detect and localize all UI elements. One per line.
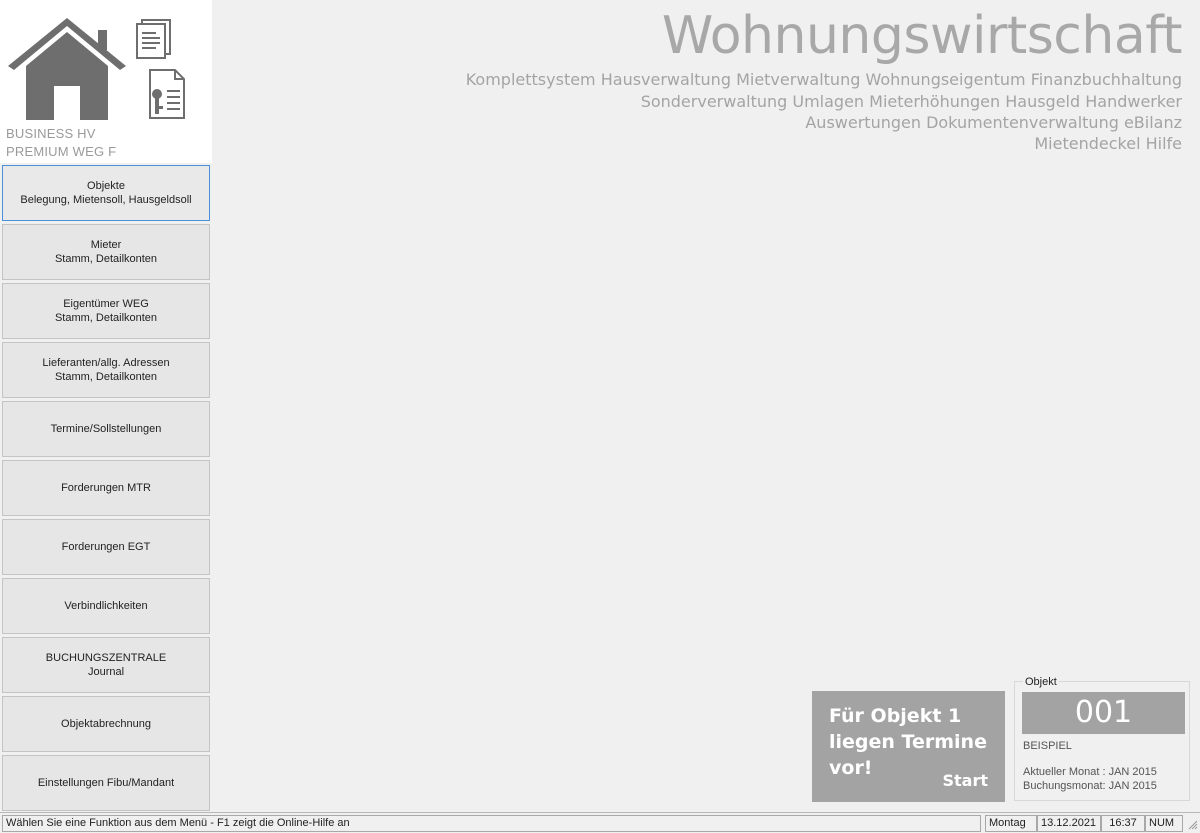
menu-objekte-title: Objekte — [87, 180, 125, 192]
menu-eigentuemer-subtitle: Stamm, Detailkonten — [54, 312, 158, 324]
termine-start-label: Start — [942, 771, 988, 790]
termine-notice-button[interactable]: Für Objekt 1 liegen Termine vor! Start — [812, 691, 1005, 802]
feature-line: Komplettsystem Hausverwaltung Mietverwal… — [465, 70, 1182, 89]
status-bar: Wählen Sie eine Funktion aus dem Menü - … — [0, 812, 1200, 833]
booking-month: Buchungsmonat: JAN 2015 — [1023, 780, 1157, 792]
menu-einstellungen-title: Einstellungen Fibu/Mandant — [37, 777, 175, 789]
status-numlock: NUM — [1145, 815, 1183, 832]
objekt-group-label: Objekt — [1023, 676, 1059, 688]
menu-lieferanten-subtitle: Stamm, Detailkonten — [54, 371, 158, 383]
menu-buchungszentrale-button[interactable]: BUCHUNGSZENTRALE Journal — [2, 637, 210, 693]
logo-panel: BUSINESS HV PREMIUM WEG F — [0, 0, 212, 163]
status-date: 13.12.2021 — [1037, 815, 1101, 832]
menu-forderungen-egt-button[interactable]: Forderungen EGT — [2, 519, 210, 575]
objekt-name: BEISPIEL — [1023, 740, 1072, 752]
menu-termine-button[interactable]: Termine/Sollstellungen — [2, 401, 210, 457]
menu-eigentuemer-title: Eigentümer WEG — [63, 298, 149, 310]
menu-verbindlichkeiten-button[interactable]: Verbindlichkeiten — [2, 578, 210, 634]
feature-line: Mietendeckel Hilfe — [1034, 134, 1182, 153]
menu-objektabrechnung-title: Objektabrechnung — [61, 718, 151, 730]
menu-forderungen-egt-title: Forderungen EGT — [61, 541, 151, 553]
feature-line: Auswertungen Dokumentenverwaltung eBilan… — [805, 113, 1182, 132]
objekt-number[interactable]: 001 — [1022, 692, 1185, 734]
menu-buchungszentrale-title: BUCHUNGSZENTRALE — [45, 652, 167, 664]
key-document-icon — [149, 69, 185, 119]
menu-buchungszentrale-subtitle: Journal — [87, 666, 125, 678]
menu-mieter-button[interactable]: Mieter Stamm, Detailkonten — [2, 224, 210, 280]
menu-einstellungen-button[interactable]: Einstellungen Fibu/Mandant — [2, 755, 210, 811]
status-message: Wählen Sie eine Funktion aus dem Menü - … — [2, 815, 981, 832]
menu-objekte-subtitle: Belegung, Mietensoll, Hausgeldsoll — [20, 194, 192, 206]
menu-forderungen-mtr-button[interactable]: Forderungen MTR — [2, 460, 210, 516]
menu-verbindlichkeiten-title: Verbindlichkeiten — [64, 600, 148, 612]
house-icon — [8, 18, 126, 120]
status-day: Montag — [985, 815, 1037, 832]
menu-termine-title: Termine/Sollstellungen — [50, 423, 162, 435]
status-time: 16:37 — [1101, 815, 1145, 832]
menu-lieferanten-title: Lieferanten/allg. Adressen — [42, 357, 170, 369]
document-stack-icon — [136, 19, 171, 59]
edition-label: BUSINESS HV — [6, 126, 96, 141]
feature-line: Sonderverwaltung Umlagen Mieterhöhungen … — [640, 92, 1182, 111]
menu-lieferanten-button[interactable]: Lieferanten/allg. Adressen Stamm, Detail… — [2, 342, 210, 398]
menu-mieter-subtitle: Stamm, Detailkonten — [54, 253, 158, 265]
current-month: Aktueller Monat : JAN 2015 — [1023, 766, 1157, 778]
menu-eigentuemer-button[interactable]: Eigentümer WEG Stamm, Detailkonten — [2, 283, 210, 339]
termine-message: Für Objekt 1 liegen Termine vor! — [829, 705, 987, 779]
menu-forderungen-mtr-title: Forderungen MTR — [61, 482, 151, 494]
app-title: Wohnungswirtschaft — [661, 6, 1183, 66]
edition-sublabel: PREMIUM WEG F — [6, 144, 117, 159]
menu-objektabrechnung-button[interactable]: Objektabrechnung — [2, 696, 210, 752]
objekt-groupbox: Objekt 001 BEISPIEL Aktueller Monat : JA… — [1014, 676, 1190, 801]
menu-objekte-button[interactable]: Objekte Belegung, Mietensoll, Hausgeldso… — [2, 165, 210, 221]
resize-grip-icon[interactable] — [1186, 818, 1198, 830]
menu-mieter-title: Mieter — [90, 239, 122, 251]
